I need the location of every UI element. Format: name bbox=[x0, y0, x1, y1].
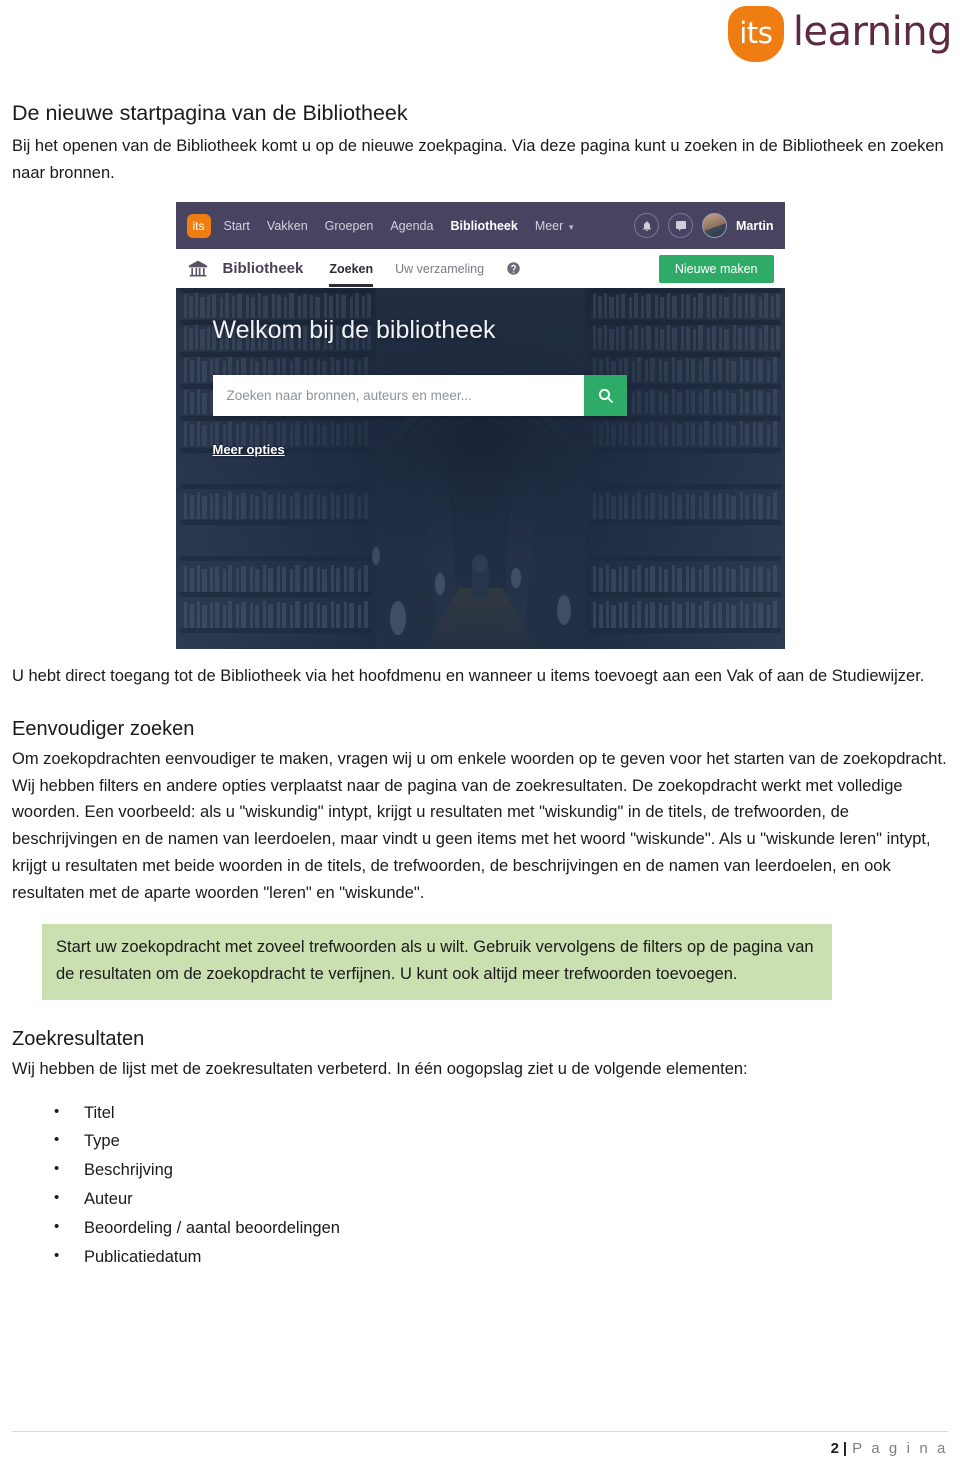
app-tab-uw-verzameling[interactable]: Uw verzameling bbox=[395, 251, 484, 287]
hero-search-bar: Zoeken naar bronnen, auteurs en meer... bbox=[212, 375, 627, 417]
app-subbar: Bibliotheek Zoeken Uw verzameling Nieuwe… bbox=[175, 249, 785, 289]
list-item: Titel bbox=[54, 1099, 948, 1128]
footer-page-number: 2 bbox=[830, 1440, 839, 1457]
messages-button[interactable] bbox=[668, 213, 693, 239]
search-button[interactable] bbox=[583, 375, 627, 417]
new-button[interactable]: Nieuwe maken bbox=[658, 254, 774, 283]
chat-bubble-icon bbox=[675, 220, 686, 231]
avatar[interactable] bbox=[702, 213, 727, 239]
app-tab-zoeken[interactable]: Zoeken bbox=[329, 251, 373, 287]
footer-separator: | bbox=[842, 1440, 848, 1457]
page-footer: 2 | P a g i n a bbox=[12, 1431, 948, 1457]
app-its-logo-icon[interactable]: its bbox=[186, 213, 211, 238]
footer-divider bbox=[12, 1431, 948, 1432]
bell-icon bbox=[642, 221, 651, 231]
results-paragraph: Wij hebben de lijst met de zoekresultate… bbox=[12, 1059, 748, 1078]
results-element-list: Titel Type Beschrijving Auteur Beoordeli… bbox=[12, 1099, 948, 1272]
chevron-down-icon: ▼ bbox=[567, 222, 576, 232]
list-item: Beschrijving bbox=[54, 1156, 948, 1185]
app-nav-start[interactable]: Start bbox=[224, 219, 250, 233]
notifications-button[interactable] bbox=[634, 213, 659, 239]
search-input[interactable]: Zoeken naar bronnen, auteurs en meer... bbox=[212, 375, 584, 417]
app-topbar-actions: Martin bbox=[634, 213, 774, 239]
app-nav-groepen[interactable]: Groepen bbox=[325, 219, 374, 233]
intro-paragraph: Bij het openen van de Bibliotheek komt u… bbox=[12, 136, 944, 182]
brand-wordmark: learning bbox=[792, 9, 953, 55]
tip-callout-text: Start uw zoekopdracht met zoveel trefwoo… bbox=[56, 938, 814, 984]
hero-title: Welkom bij de bibliotheek bbox=[212, 316, 496, 345]
heading-eenvoudiger-zoeken: Eenvoudiger zoeken bbox=[12, 718, 195, 741]
document-body: De nieuwe startpagina van de Bibliotheek… bbox=[0, 100, 960, 1272]
app-user-name[interactable]: Martin bbox=[736, 219, 774, 233]
simple-search-paragraph: Om zoekopdrachten eenvoudiger te maken, … bbox=[12, 750, 947, 902]
list-item: Auteur bbox=[54, 1185, 948, 1214]
app-hero: Welkom bij de bibliotheek Zoeken naar br… bbox=[175, 288, 785, 650]
page-header: its learning bbox=[0, 0, 960, 78]
search-icon bbox=[598, 389, 613, 404]
heading-zoekresultaten: Zoekresultaten bbox=[12, 1027, 145, 1050]
hero-content: Welkom bij de bibliotheek Zoeken naar br… bbox=[212, 316, 748, 459]
itslearning-app-screenshot: its Start Vakken Groepen Agenda Biblioth… bbox=[175, 202, 785, 650]
app-nav-bibliotheek[interactable]: Bibliotheek bbox=[450, 219, 517, 233]
tip-callout: Start uw zoekopdracht met zoveel trefwoo… bbox=[42, 924, 832, 1000]
footer-page-indicator: 2 | P a g i n a bbox=[12, 1440, 948, 1457]
more-options-link[interactable]: Meer opties bbox=[213, 442, 285, 457]
list-item: Publicatiedatum bbox=[54, 1243, 948, 1272]
list-item: Type bbox=[54, 1127, 948, 1156]
app-subbar-title: Bibliotheek bbox=[222, 260, 304, 278]
app-nav-agenda[interactable]: Agenda bbox=[390, 219, 433, 233]
page-title: De nieuwe startpagina van de Bibliotheek bbox=[12, 101, 408, 125]
app-nav-meer[interactable]: Meer ▼ bbox=[535, 219, 575, 233]
after-image-paragraph: U hebt direct toegang tot de Bibliotheek… bbox=[12, 667, 925, 686]
embedded-screenshot: its Start Vakken Groepen Agenda Biblioth… bbox=[12, 202, 948, 650]
list-item: Beoordeling / aantal beoordelingen bbox=[54, 1214, 948, 1243]
footer-page-label: P a g i n a bbox=[852, 1440, 948, 1457]
app-nav-meer-label: Meer bbox=[534, 218, 564, 233]
help-circle-icon[interactable] bbox=[506, 261, 521, 276]
app-nav-vakken[interactable]: Vakken bbox=[267, 219, 308, 233]
its-logo-mark: its bbox=[727, 6, 784, 62]
library-building-icon bbox=[188, 260, 207, 277]
brand-logo: its learning bbox=[727, 6, 953, 62]
app-topbar: its Start Vakken Groepen Agenda Biblioth… bbox=[175, 202, 785, 250]
